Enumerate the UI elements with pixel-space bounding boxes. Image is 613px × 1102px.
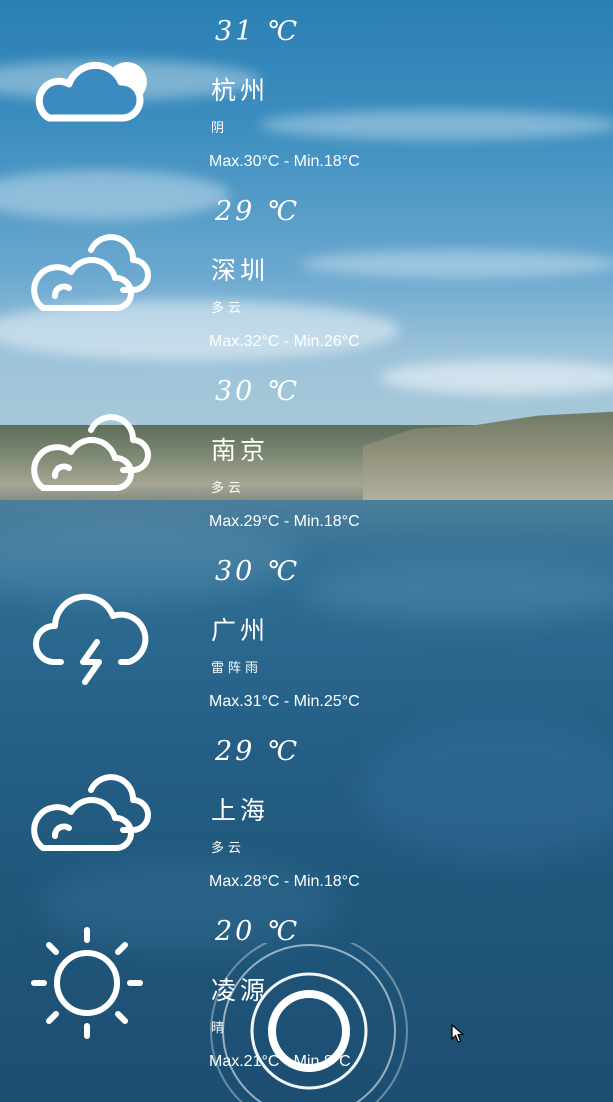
temperature-range: Max.30°C - Min.18°C: [209, 153, 360, 170]
cloudy-icon: [25, 220, 155, 330]
cloudy-icon: [25, 400, 155, 510]
cloud-sun-icon: [25, 40, 155, 150]
city-name: 深圳: [211, 256, 270, 285]
thunderstorm-icon: [25, 580, 155, 690]
temperature-range: Max.29°C - Min.18°C: [209, 513, 360, 530]
cloudy-icon: [25, 760, 155, 870]
temperature-range: Max.31°C - Min.25°C: [209, 693, 360, 710]
city-card-guangzhou[interactable]: 30 ℃ 广州 雷阵雨 Max.31°C - Min.25°C: [0, 540, 613, 720]
city-card-hangzhou[interactable]: 31 ℃ 杭州 阴 Max.30°C - Min.18°C: [0, 0, 613, 180]
temperature: 30 ℃: [215, 376, 301, 407]
sun-icon: [22, 920, 152, 1040]
city-name: 杭州: [211, 76, 270, 105]
city-card-nanjing[interactable]: 30 ℃ 南京 多云 Max.29°C - Min.18°C: [0, 360, 613, 540]
city-name: 南京: [211, 436, 270, 465]
city-name: 上海: [211, 796, 270, 825]
floating-circle-button[interactable]: [209, 943, 409, 1102]
temperature: 31 ℃: [215, 16, 301, 47]
weather-condition: 多云: [211, 841, 246, 856]
temperature: 30 ℃: [215, 556, 301, 587]
weather-condition: 多云: [211, 301, 246, 316]
weather-condition: 雷阵雨: [211, 661, 263, 676]
temperature: 29 ℃: [215, 736, 301, 767]
city-card-shenzhen[interactable]: 29 ℃ 深圳 多云 Max.32°C - Min.26°C: [0, 180, 613, 360]
city-card-shanghai[interactable]: 29 ℃ 上海 多云 Max.28°C - Min.18°C: [0, 720, 613, 900]
weather-condition: 阴: [211, 121, 229, 136]
mouse-cursor-icon: [451, 1024, 465, 1044]
weather-condition: 多云: [211, 481, 246, 496]
temperature: 29 ℃: [215, 196, 301, 227]
temperature-range: Max.32°C - Min.26°C: [209, 333, 360, 350]
city-name: 广州: [211, 616, 270, 645]
temperature-range: Max.28°C - Min.18°C: [209, 873, 360, 890]
